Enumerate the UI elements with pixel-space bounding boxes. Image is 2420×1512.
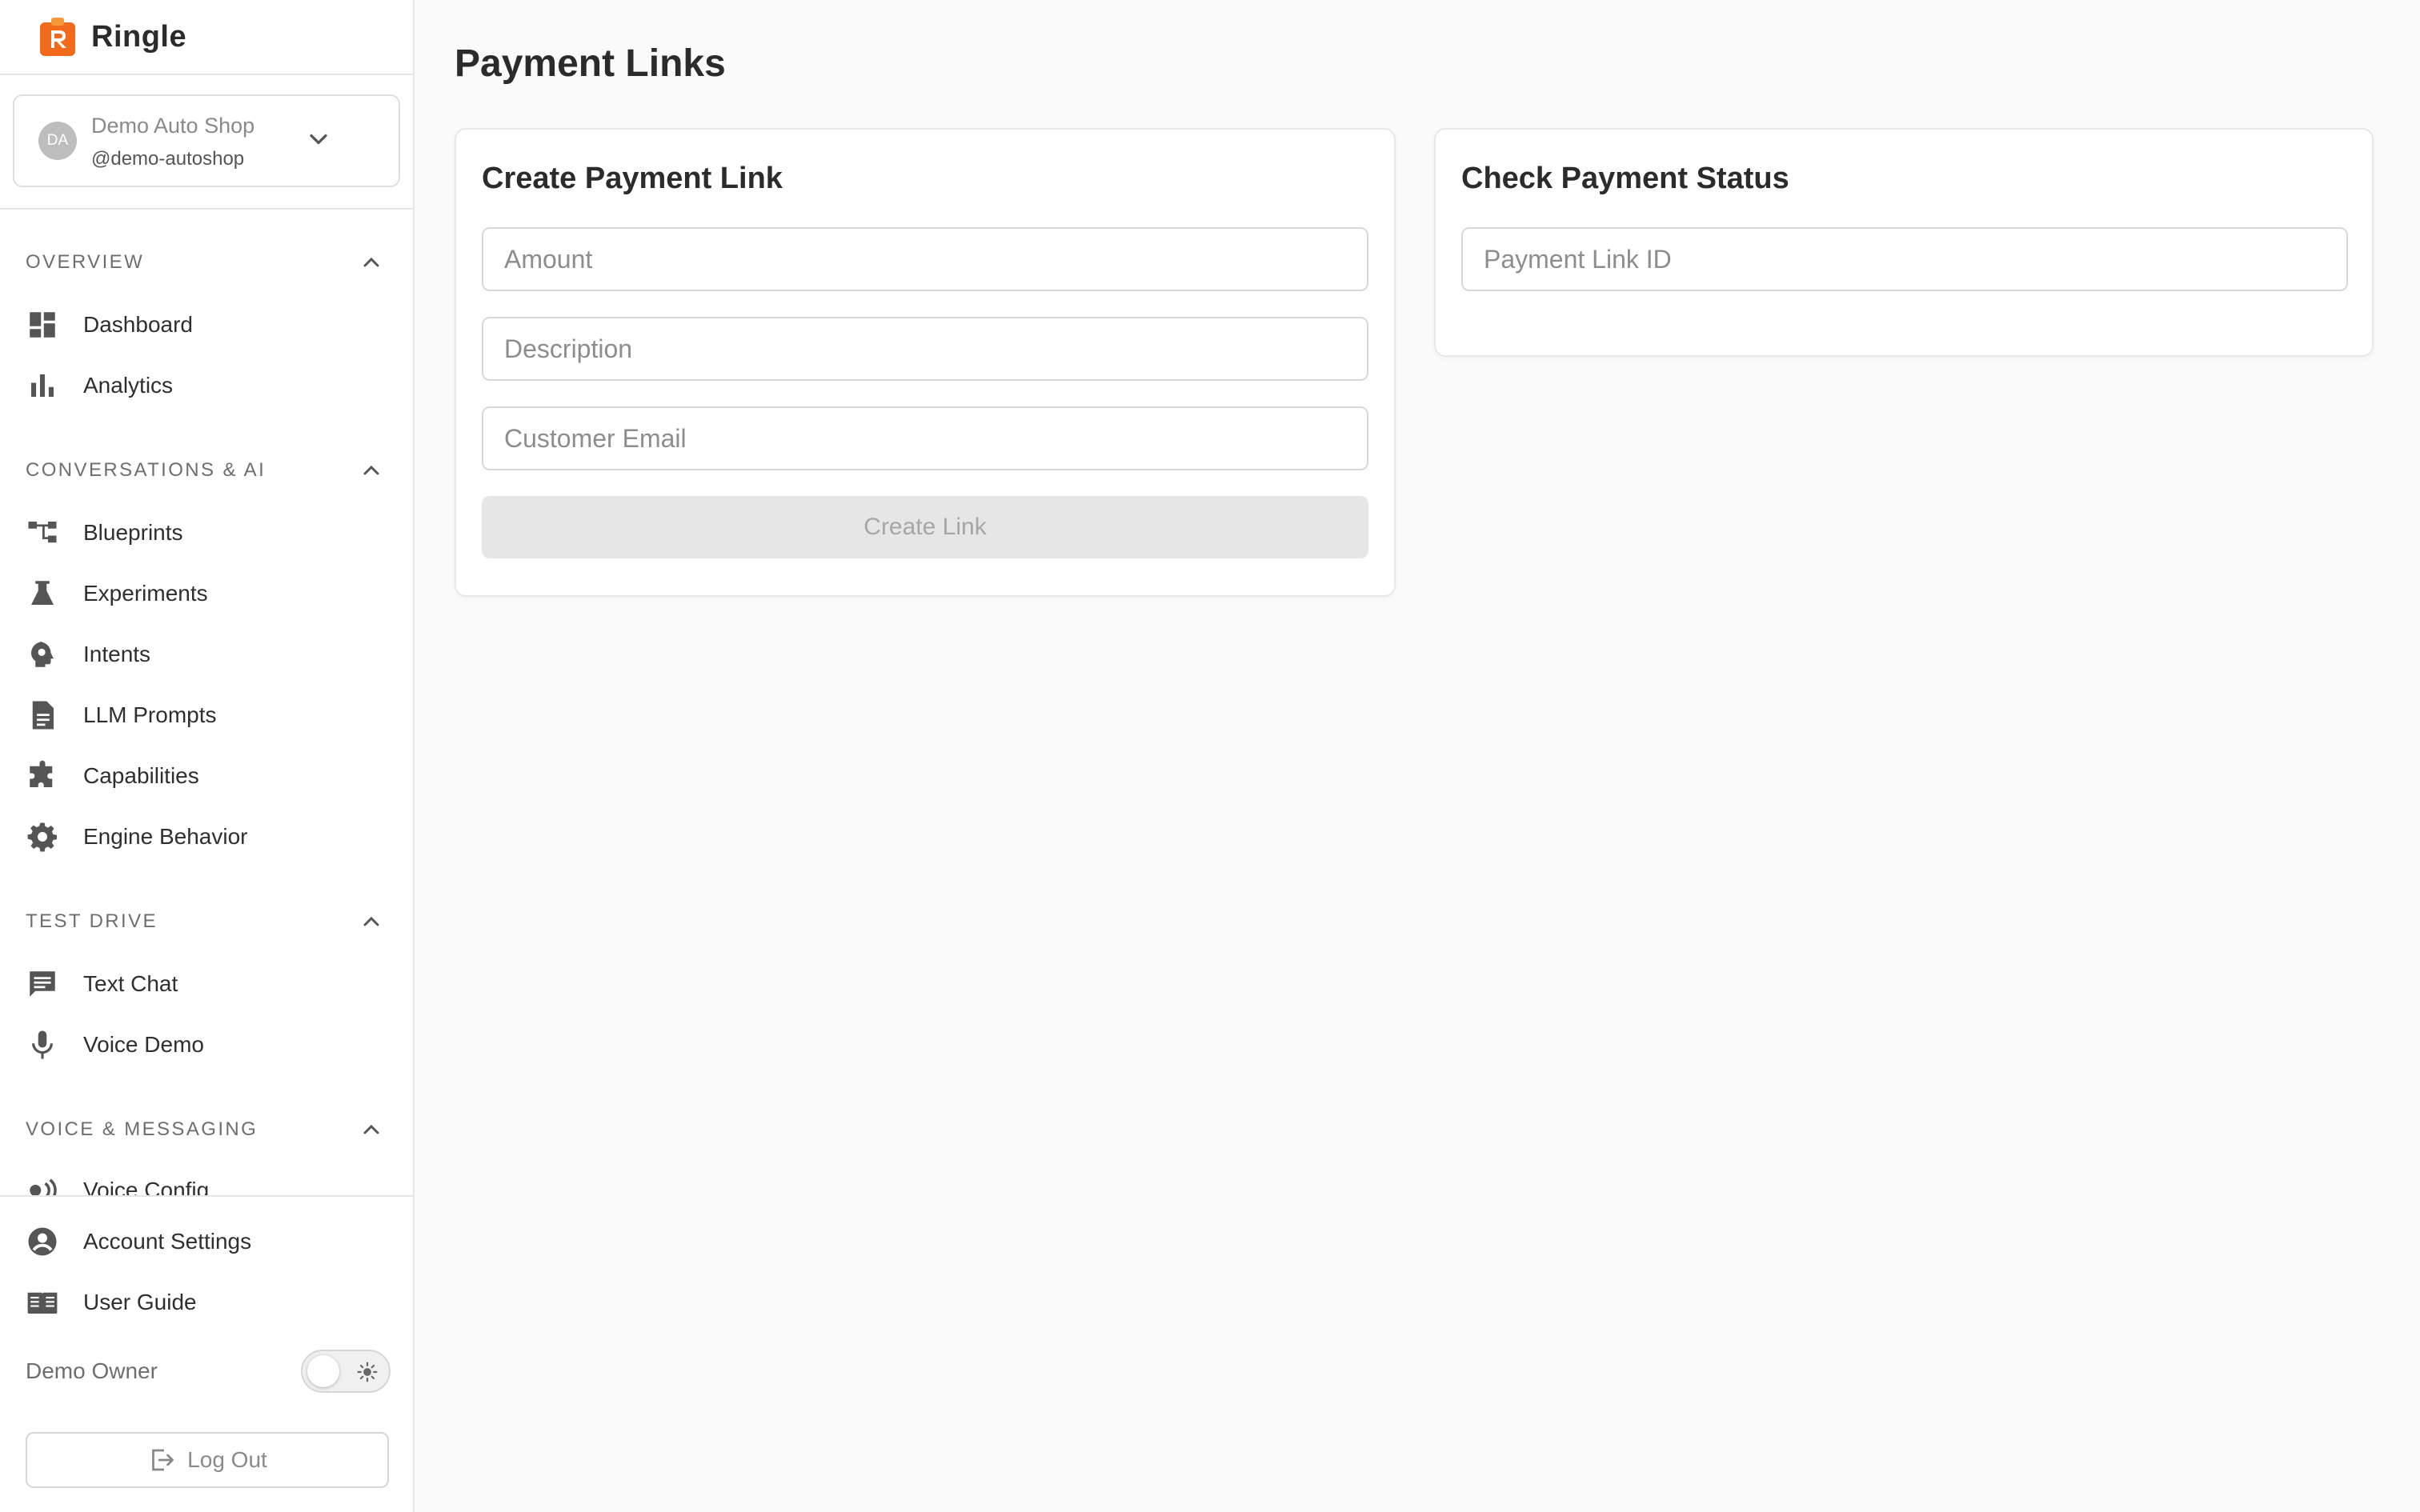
sun-icon — [357, 1362, 378, 1382]
bar-chart-icon — [26, 369, 59, 402]
sidebar-item-intents[interactable]: Intents — [26, 630, 387, 678]
microphone-icon — [26, 1028, 59, 1062]
create-link-button[interactable]: Create Link — [482, 496, 1368, 558]
sidebar-item-blueprints[interactable]: Blueprints — [26, 509, 387, 557]
sidebar-item-label: User Guide — [83, 1290, 197, 1314]
chevron-up-icon — [363, 916, 379, 926]
account-handle: @demo-autoshop — [91, 148, 245, 170]
section-label: CONVERSATIONS & AI — [26, 459, 266, 481]
sidebar-item-engine-behavior[interactable]: Engine Behavior — [26, 813, 387, 861]
card-title: Create Payment Link — [482, 162, 783, 195]
logout-icon — [152, 1449, 174, 1471]
section-label: OVERVIEW — [26, 251, 145, 273]
sidebar-item-llm-prompts[interactable]: LLM Prompts — [26, 691, 387, 739]
section-header-test-drive[interactable]: TEST DRIVE — [26, 906, 384, 938]
ringle-logo-icon — [40, 18, 75, 56]
payment-link-id-input[interactable] — [1461, 227, 2348, 291]
sidebar-item-label: Intents — [83, 642, 151, 666]
brand-header: Ringle — [0, 0, 413, 75]
sidebar-item-experiments[interactable]: Experiments — [26, 570, 387, 618]
owner-row: Demo Owner — [26, 1349, 391, 1394]
sidebar-item-dashboard[interactable]: Dashboard — [26, 301, 387, 349]
document-icon — [26, 698, 59, 732]
voice-waves-icon — [26, 1174, 59, 1195]
sidebar-item-capabilities[interactable]: Capabilities — [26, 752, 387, 800]
blueprint-tree-icon — [26, 516, 59, 550]
section-header-conversations-ai[interactable]: CONVERSATIONS & AI — [26, 454, 384, 486]
toggle-knob — [307, 1355, 339, 1387]
page-title: Payment Links — [455, 42, 726, 85]
sidebar-item-text-chat[interactable]: Text Chat — [26, 960, 387, 1008]
sidebar-item-label: Engine Behavior — [83, 824, 248, 849]
create-payment-link-card: Create Payment Link Create Link — [455, 128, 1396, 597]
sidebar-item-label: Capabilities — [83, 763, 199, 788]
sidebar-item-label: Blueprints — [83, 520, 183, 545]
description-input[interactable] — [482, 317, 1368, 381]
section-header-voice-messaging[interactable]: VOICE & MESSAGING — [26, 1114, 384, 1146]
sidebar-item-label: Text Chat — [83, 971, 178, 996]
logout-button[interactable]: Log Out — [26, 1432, 389, 1488]
puzzle-icon — [26, 759, 59, 793]
sidebar-item-voice-demo[interactable]: Voice Demo — [26, 1021, 387, 1069]
account-switcher-area: DA Demo Auto Shop @demo-autoshop — [0, 75, 413, 210]
sidebar-item-label: Voice Config — [83, 1178, 210, 1195]
avatar: DA — [38, 122, 77, 160]
sidebar-item-label: Account Settings — [83, 1229, 252, 1254]
sidebar-item-analytics[interactable]: Analytics — [26, 362, 387, 410]
chevron-up-icon — [363, 257, 379, 267]
gear-icon — [26, 820, 59, 854]
customer-email-input[interactable] — [482, 406, 1368, 470]
chevron-up-icon — [363, 465, 379, 475]
sidebar-item-label: Analytics — [83, 373, 174, 398]
sidebar-item-label: Experiments — [83, 581, 208, 606]
flask-icon — [26, 577, 59, 610]
logout-label: Log Out — [187, 1447, 267, 1472]
book-icon — [26, 1286, 59, 1319]
chevron-up-icon — [363, 1124, 379, 1134]
sidebar-item-label: Voice Demo — [83, 1032, 204, 1057]
sidebar-item-label: LLM Prompts — [83, 702, 217, 727]
section-label: TEST DRIVE — [26, 910, 158, 932]
chat-icon — [26, 967, 59, 1001]
check-payment-status-card: Check Payment Status — [1434, 128, 2374, 357]
sidebar-item-user-guide[interactable]: User Guide — [26, 1278, 387, 1326]
account-name: Demo Auto Shop — [91, 114, 255, 138]
section-header-overview[interactable]: OVERVIEW — [26, 246, 384, 278]
chevron-down-icon — [310, 134, 327, 145]
theme-toggle[interactable] — [301, 1350, 391, 1393]
account-circle-icon — [26, 1225, 59, 1258]
sidebar-item-voice-config[interactable]: Voice Config — [26, 1166, 387, 1195]
dashboard-icon — [26, 308, 59, 342]
account-switcher[interactable]: DA Demo Auto Shop @demo-autoshop — [13, 94, 400, 187]
card-title: Check Payment Status — [1461, 162, 1789, 195]
brand-name: Ringle — [91, 19, 187, 54]
section-label: VOICE & MESSAGING — [26, 1118, 258, 1140]
sidebar: Ringle DA Demo Auto Shop @demo-autoshop … — [0, 0, 415, 1512]
head-gear-icon — [26, 638, 59, 671]
owner-name: Demo Owner — [26, 1358, 158, 1383]
amount-input[interactable] — [482, 227, 1368, 291]
sidebar-item-label: Dashboard — [83, 312, 193, 337]
sidebar-item-account-settings[interactable]: Account Settings — [26, 1218, 387, 1266]
sidebar-footer: Account Settings User Guide Demo Owner L… — [0, 1195, 413, 1512]
sidebar-nav[interactable]: OVERVIEW Dashboard Analytics CONVERSATIO… — [0, 210, 413, 1195]
account-text: Demo Auto Shop @demo-autoshop — [91, 111, 254, 170]
